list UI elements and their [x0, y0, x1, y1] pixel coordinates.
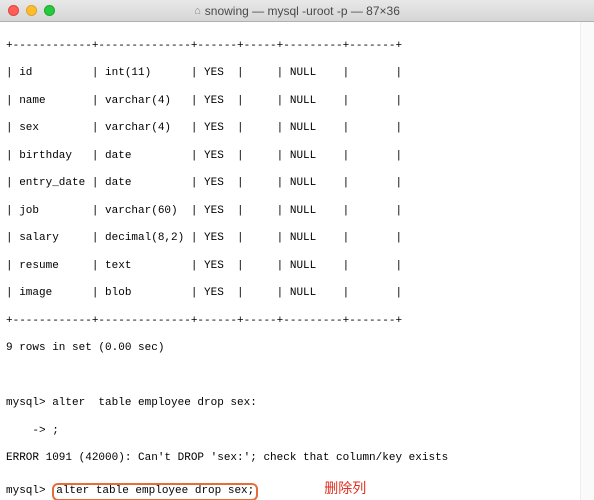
rows-summary: 9 rows in set (0.00 sec) [6, 342, 588, 356]
table-sep: +------------+--------------+------+----… [6, 315, 588, 329]
error-message: ERROR 1091 (42000): Can't DROP 'sex:'; c… [6, 452, 588, 466]
traffic-lights[interactable] [8, 5, 55, 16]
sql-command-highlighted: mysql> alter table employee drop sex; 删除… [6, 480, 588, 499]
table-row: | name | varchar(4) | YES | | NULL | | [6, 95, 588, 109]
close-icon[interactable] [8, 5, 19, 16]
home-icon: ⌂ [194, 5, 201, 17]
table-sep: +------------+--------------+------+----… [6, 40, 588, 54]
zoom-icon[interactable] [44, 5, 55, 16]
sql-continuation: -> ; [6, 425, 588, 439]
table-row: | salary | decimal(8,2) | YES | | NULL |… [6, 232, 588, 246]
highlight-box: alter table employee drop sex; [52, 483, 258, 500]
window-title-text: snowing — mysql -uroot -p — 87×36 [205, 4, 400, 18]
table-row: | entry_date | date | YES | | NULL | | [6, 177, 588, 191]
scrollbar[interactable] [580, 22, 594, 500]
table-row: | sex | varchar(4) | YES | | NULL | | [6, 122, 588, 136]
table-row: | birthday | date | YES | | NULL | | [6, 150, 588, 164]
window-titlebar: ⌂ snowing — mysql -uroot -p — 87×36 [0, 0, 594, 22]
table-row: | resume | text | YES | | NULL | | [6, 260, 588, 274]
table-row: | job | varchar(60) | YES | | NULL | | [6, 205, 588, 219]
terminal-output[interactable]: +------------+--------------+------+----… [0, 22, 594, 500]
table-row: | id | int(11) | YES | | NULL | | [6, 67, 588, 81]
minimize-icon[interactable] [26, 5, 37, 16]
table-row: | image | blob | YES | | NULL | | [6, 287, 588, 301]
window-title: ⌂ snowing — mysql -uroot -p — 87×36 [0, 4, 594, 18]
sql-command: mysql> alter table employee drop sex: [6, 397, 588, 411]
annotation-label: 删除列 [324, 480, 366, 496]
